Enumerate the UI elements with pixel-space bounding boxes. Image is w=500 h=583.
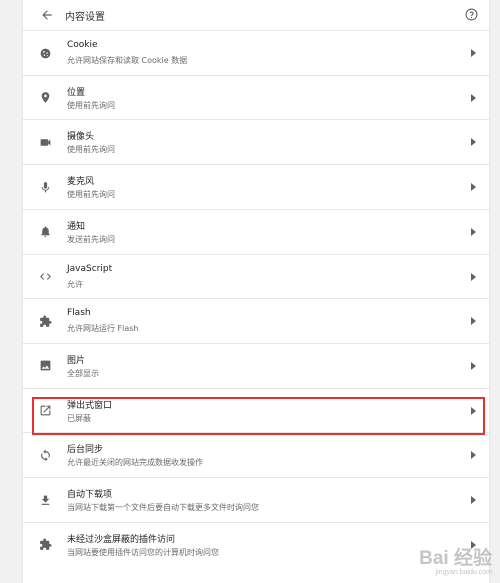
row-label: 未经过沙盒屏蔽的插件访问 xyxy=(67,534,176,545)
settings-row-4[interactable]: 麦克风 使用前先询问 xyxy=(23,164,489,208)
content-settings-panel: 内容设置 Cookie 允许网站保存和读取 Cookie 数据 位置 使用前先询问 摄像… xyxy=(23,0,489,583)
row-subtitle: 全部显示 xyxy=(67,368,99,378)
row-subtitle: 当网站下载第一个文件后要自动下载更多文件时询问您 xyxy=(67,503,259,512)
cookie-icon xyxy=(37,45,53,61)
chevron-right-icon xyxy=(470,450,476,460)
row-subtitle: 已屏蔽 xyxy=(67,413,91,423)
row-subtitle: 允许 xyxy=(67,279,83,289)
settings-row-7[interactable]: Flash 允许网站运行 Flash xyxy=(23,298,489,342)
row-subtitle: 使用前先询问 xyxy=(67,100,115,110)
row-label: 后台同步 xyxy=(67,445,104,456)
row-subtitle: 发送前先询问 xyxy=(67,234,115,244)
row-label: 摄像头 xyxy=(67,132,95,143)
settings-row-2[interactable]: 位置 使用前先询问 xyxy=(23,74,489,119)
row-subtitle: 允许网站运行 Flash xyxy=(67,324,139,334)
row-subtitle: 使用前先询问 xyxy=(67,190,115,200)
chevron-right-icon xyxy=(470,93,476,103)
code-icon xyxy=(37,269,53,285)
row-subtitle: 使用前先询问 xyxy=(67,145,115,155)
open-in-new-icon xyxy=(37,403,53,419)
image-icon xyxy=(37,358,53,374)
bell-icon xyxy=(37,224,53,240)
chevron-right-icon xyxy=(470,361,476,371)
settings-row-9[interactable]: 弹出式窗口 已屏蔽 xyxy=(23,387,489,432)
settings-row-10[interactable]: 后台同步允许最近关闭的网站完成数据收发操作 xyxy=(23,432,489,476)
chevron-right-icon xyxy=(470,540,476,550)
chevron-right-icon xyxy=(470,48,476,58)
settings-row-6[interactable]: JavaScript 允许 xyxy=(23,253,489,298)
chevron-right-icon xyxy=(470,406,476,416)
row-label: 麦克风 xyxy=(67,177,95,188)
chevron-right-icon xyxy=(470,495,476,505)
puzzle-icon xyxy=(37,313,53,329)
sync-icon xyxy=(37,447,53,463)
chevron-right-icon xyxy=(470,227,476,237)
row-label: Flash xyxy=(67,308,91,319)
row-subtitle: 允许网站保存和读取 Cookie 数据 xyxy=(67,56,188,65)
chevron-right-icon xyxy=(470,316,476,326)
chevron-right-icon xyxy=(470,182,476,192)
camera-icon xyxy=(37,134,53,150)
row-label: 弹出式窗口 xyxy=(67,400,113,411)
row-subtitle: 允许最近关闭的网站完成数据收发操作 xyxy=(67,458,203,468)
arrow-back-icon xyxy=(42,10,52,20)
page-title: 内容设置 xyxy=(65,12,105,23)
settings-row-3[interactable]: 摄像头 使用前先询问 xyxy=(23,119,489,163)
location-icon xyxy=(37,90,53,106)
page-header: 内容设置 xyxy=(23,0,489,30)
row-label: 自动下载项 xyxy=(67,490,113,500)
help-button[interactable] xyxy=(463,6,479,22)
row-label: Cookie xyxy=(67,40,98,50)
puzzle-icon xyxy=(37,537,53,553)
row-label: 位置 xyxy=(67,87,86,98)
settings-row-5[interactable]: 通知 发送前先询问 xyxy=(23,208,489,253)
settings-row-1[interactable]: Cookie 允许网站保存和读取 Cookie 数据 xyxy=(23,30,489,74)
row-subtitle: 当网站要使用插件访问您的计算机时询问您 xyxy=(67,547,219,557)
download-icon xyxy=(37,492,53,508)
settings-row-8[interactable]: 图片 全部显示 xyxy=(23,342,489,387)
row-label: 通知 xyxy=(67,221,86,232)
settings-row-12[interactable]: 未经过沙盒屏蔽的插件访问当网站要使用插件访问您的计算机时询问您 xyxy=(23,521,489,566)
help-icon xyxy=(465,8,477,20)
chevron-right-icon xyxy=(470,137,476,147)
microphone-icon xyxy=(37,179,53,195)
back-button[interactable] xyxy=(37,5,57,25)
chevron-right-icon xyxy=(470,272,476,282)
row-label: 图片 xyxy=(67,355,86,366)
row-label: JavaScript xyxy=(67,263,113,274)
settings-row-11[interactable]: 自动下载项当网站下载第一个文件后要自动下载更多文件时询问您 xyxy=(23,477,489,521)
